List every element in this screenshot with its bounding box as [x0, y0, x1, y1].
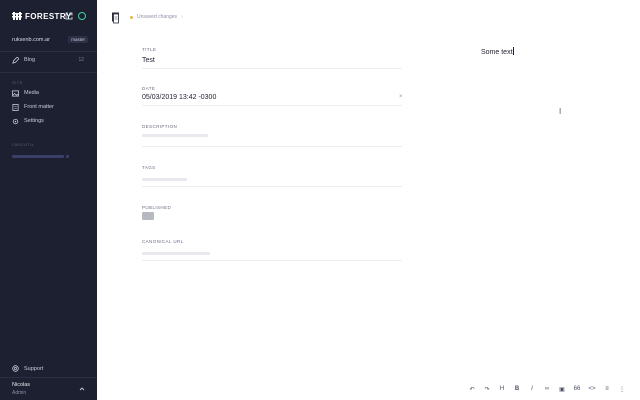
help-icon [12, 365, 19, 372]
published-field-label: PUBLISHED [142, 205, 172, 210]
date-field-label: DATE [142, 86, 156, 91]
ibeam-cursor-icon: I [559, 107, 562, 116]
support-link[interactable]: Support [12, 365, 43, 372]
italic-icon[interactable]: I [528, 384, 536, 394]
heading-icon[interactable]: H [498, 384, 506, 394]
gear-icon [12, 118, 19, 124]
tags-field-label: TAGS [142, 165, 156, 170]
sidebar-item-media[interactable]: Media [12, 88, 88, 98]
sync-status-icon [78, 12, 86, 20]
tags-underline [142, 186, 402, 187]
sidebar-item-settings[interactable]: Settings [12, 116, 88, 126]
sidebar-item-blog[interactable]: Blog 12 [12, 55, 88, 65]
chevron-right-icon: › [181, 14, 183, 20]
published-toggle[interactable] [142, 212, 154, 220]
user-role: Admin [12, 390, 27, 396]
sidebar-divider [0, 72, 97, 73]
canonical-url-field-label: CANONICAL URL [142, 239, 184, 244]
redo-icon[interactable]: ↷ [483, 384, 491, 394]
editor-topbar: Unsaved changes › [97, 0, 640, 32]
branch-badge: master [68, 36, 88, 43]
section-label-recent: CMS/UTIL [12, 142, 35, 147]
document-icon[interactable] [111, 12, 121, 24]
numbered-list-icon[interactable]: ⋮ [618, 384, 626, 394]
site-url: ruksenb.com.ar [12, 37, 50, 43]
tags-field[interactable] [142, 178, 187, 181]
external-link-icon[interactable] [65, 12, 73, 20]
description-underline [142, 146, 402, 147]
sidebar-item-label: Media [24, 90, 39, 96]
unsaved-status[interactable]: Unsaved changes › [130, 14, 183, 20]
unsaved-dot-icon [130, 15, 133, 19]
pencil-icon [12, 56, 19, 64]
chevron-up-icon[interactable] [79, 386, 85, 392]
section-label-site: SITE [12, 80, 23, 85]
sidebar: FORESTRY ruksenb.com.ar master Blog 12 S… [0, 0, 97, 400]
sidebar-item-label: Front matter [24, 104, 54, 110]
sidebar-divider [0, 51, 97, 52]
canonical-url-field[interactable] [142, 252, 210, 255]
title-field-label: TITLE [142, 47, 157, 52]
image-icon[interactable]: ▣ [558, 384, 566, 394]
item-count: 12 [78, 57, 84, 63]
blurred-sidebar-link[interactable] [12, 155, 64, 158]
text-caret [512, 47, 514, 55]
document-icon [12, 103, 19, 111]
date-underline [142, 105, 402, 106]
bullet-list-icon[interactable]: ≡ [603, 384, 611, 394]
link-icon[interactable]: ∞ [543, 384, 551, 394]
editor-main: Unsaved changes › TITLE Test DATE 05/03/… [97, 0, 640, 400]
support-label: Support [24, 365, 44, 372]
unsaved-label: Unsaved changes [137, 14, 178, 20]
canonical-url-underline [142, 260, 402, 261]
description-field-label: DESCRIPTION [142, 124, 178, 129]
sidebar-item-front-matter[interactable]: Front matter [12, 102, 88, 112]
editor-toolbar: ↶ ↷ H B I ∞ ▣ 66 <> ≡ ⋮ [468, 384, 626, 394]
title-field[interactable]: Test [142, 57, 155, 64]
image-icon [12, 89, 19, 97]
brand[interactable]: FORESTRY [12, 11, 71, 21]
sidebar-item-label: Settings [24, 118, 44, 124]
bold-icon[interactable]: B [513, 384, 521, 394]
description-field[interactable] [142, 134, 208, 137]
forestry-logo-icon [12, 12, 22, 20]
content-editor[interactable]: Some text [481, 47, 514, 56]
sidebar-item-label: Blog [24, 57, 36, 63]
site-switcher[interactable]: ruksenb.com.ar master [12, 36, 88, 47]
title-underline [142, 68, 402, 69]
blurred-sidebar-link [66, 155, 69, 158]
undo-icon[interactable]: ↶ [468, 384, 476, 394]
sidebar-divider [0, 377, 97, 378]
code-icon[interactable]: <> [588, 384, 596, 394]
quote-icon[interactable]: 66 [573, 384, 581, 394]
user-name[interactable]: Nicolas [12, 382, 30, 388]
clear-date-icon[interactable]: × [399, 94, 403, 100]
date-field[interactable]: 05/03/2019 13:42 -0300 [142, 94, 216, 101]
content-text: Some text [481, 49, 513, 56]
